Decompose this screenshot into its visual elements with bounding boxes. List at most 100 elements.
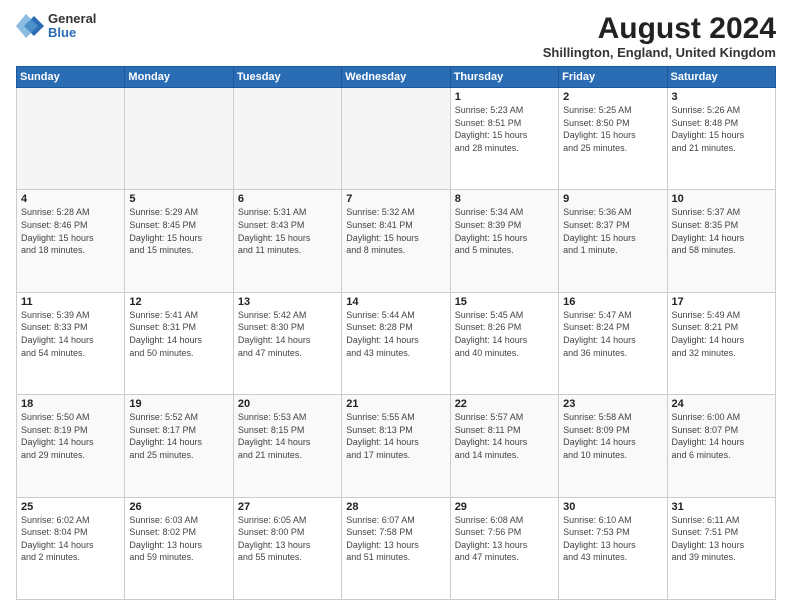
day-number: 23 (563, 398, 662, 410)
header-monday: Monday (125, 67, 233, 88)
calendar-header-row: SundayMondayTuesdayWednesdayThursdayFrid… (17, 67, 776, 88)
logo-blue-text: Blue (48, 26, 96, 40)
calendar-cell: 7Sunrise: 5:32 AMSunset: 8:41 PMDaylight… (342, 190, 450, 292)
day-number: 1 (455, 91, 554, 103)
day-number: 20 (238, 398, 337, 410)
calendar-cell: 26Sunrise: 6:03 AMSunset: 8:02 PMDayligh… (125, 497, 233, 599)
day-number: 13 (238, 296, 337, 308)
day-info: Sunrise: 5:37 AMSunset: 8:35 PMDaylight:… (672, 206, 771, 256)
calendar-cell: 17Sunrise: 5:49 AMSunset: 8:21 PMDayligh… (667, 292, 775, 394)
day-info: Sunrise: 5:41 AMSunset: 8:31 PMDaylight:… (129, 309, 228, 359)
calendar-table: SundayMondayTuesdayWednesdayThursdayFrid… (16, 66, 776, 600)
calendar-cell: 12Sunrise: 5:41 AMSunset: 8:31 PMDayligh… (125, 292, 233, 394)
location: Shillington, England, United Kingdom (543, 45, 776, 60)
calendar-cell: 3Sunrise: 5:26 AMSunset: 8:48 PMDaylight… (667, 88, 775, 190)
calendar-cell: 29Sunrise: 6:08 AMSunset: 7:56 PMDayligh… (450, 497, 558, 599)
day-info: Sunrise: 5:39 AMSunset: 8:33 PMDaylight:… (21, 309, 120, 359)
calendar-cell: 15Sunrise: 5:45 AMSunset: 8:26 PMDayligh… (450, 292, 558, 394)
day-info: Sunrise: 5:58 AMSunset: 8:09 PMDaylight:… (563, 411, 662, 461)
day-info: Sunrise: 6:02 AMSunset: 8:04 PMDaylight:… (21, 514, 120, 564)
calendar-week-row: 25Sunrise: 6:02 AMSunset: 8:04 PMDayligh… (17, 497, 776, 599)
calendar-week-row: 18Sunrise: 5:50 AMSunset: 8:19 PMDayligh… (17, 395, 776, 497)
calendar-cell (125, 88, 233, 190)
day-info: Sunrise: 5:44 AMSunset: 8:28 PMDaylight:… (346, 309, 445, 359)
calendar-cell: 8Sunrise: 5:34 AMSunset: 8:39 PMDaylight… (450, 190, 558, 292)
month-title: August 2024 (543, 12, 776, 45)
day-info: Sunrise: 5:50 AMSunset: 8:19 PMDaylight:… (21, 411, 120, 461)
day-info: Sunrise: 6:07 AMSunset: 7:58 PMDaylight:… (346, 514, 445, 564)
calendar-cell (342, 88, 450, 190)
calendar-cell: 1Sunrise: 5:23 AMSunset: 8:51 PMDaylight… (450, 88, 558, 190)
day-number: 18 (21, 398, 120, 410)
calendar-cell: 28Sunrise: 6:07 AMSunset: 7:58 PMDayligh… (342, 497, 450, 599)
day-info: Sunrise: 6:11 AMSunset: 7:51 PMDaylight:… (672, 514, 771, 564)
header-wednesday: Wednesday (342, 67, 450, 88)
calendar-cell: 27Sunrise: 6:05 AMSunset: 8:00 PMDayligh… (233, 497, 341, 599)
header-sunday: Sunday (17, 67, 125, 88)
header-friday: Friday (559, 67, 667, 88)
calendar-cell: 6Sunrise: 5:31 AMSunset: 8:43 PMDaylight… (233, 190, 341, 292)
day-number: 9 (563, 193, 662, 205)
day-number: 22 (455, 398, 554, 410)
day-number: 7 (346, 193, 445, 205)
day-info: Sunrise: 5:36 AMSunset: 8:37 PMDaylight:… (563, 206, 662, 256)
day-info: Sunrise: 5:53 AMSunset: 8:15 PMDaylight:… (238, 411, 337, 461)
day-info: Sunrise: 5:25 AMSunset: 8:50 PMDaylight:… (563, 104, 662, 154)
day-info: Sunrise: 6:08 AMSunset: 7:56 PMDaylight:… (455, 514, 554, 564)
day-info: Sunrise: 5:29 AMSunset: 8:45 PMDaylight:… (129, 206, 228, 256)
logo: General Blue (16, 12, 96, 41)
calendar-cell: 4Sunrise: 5:28 AMSunset: 8:46 PMDaylight… (17, 190, 125, 292)
day-number: 27 (238, 501, 337, 513)
day-number: 24 (672, 398, 771, 410)
day-info: Sunrise: 6:03 AMSunset: 8:02 PMDaylight:… (129, 514, 228, 564)
day-number: 30 (563, 501, 662, 513)
day-info: Sunrise: 5:42 AMSunset: 8:30 PMDaylight:… (238, 309, 337, 359)
logo-general-text: General (48, 12, 96, 26)
calendar-cell: 18Sunrise: 5:50 AMSunset: 8:19 PMDayligh… (17, 395, 125, 497)
calendar-cell: 30Sunrise: 6:10 AMSunset: 7:53 PMDayligh… (559, 497, 667, 599)
day-info: Sunrise: 6:05 AMSunset: 8:00 PMDaylight:… (238, 514, 337, 564)
day-number: 26 (129, 501, 228, 513)
calendar-cell: 21Sunrise: 5:55 AMSunset: 8:13 PMDayligh… (342, 395, 450, 497)
calendar-week-row: 4Sunrise: 5:28 AMSunset: 8:46 PMDaylight… (17, 190, 776, 292)
day-info: Sunrise: 5:31 AMSunset: 8:43 PMDaylight:… (238, 206, 337, 256)
day-number: 4 (21, 193, 120, 205)
day-info: Sunrise: 5:26 AMSunset: 8:48 PMDaylight:… (672, 104, 771, 154)
logo-icon (16, 12, 44, 40)
calendar-cell: 19Sunrise: 5:52 AMSunset: 8:17 PMDayligh… (125, 395, 233, 497)
day-info: Sunrise: 5:34 AMSunset: 8:39 PMDaylight:… (455, 206, 554, 256)
calendar-week-row: 11Sunrise: 5:39 AMSunset: 8:33 PMDayligh… (17, 292, 776, 394)
calendar-cell (17, 88, 125, 190)
day-number: 3 (672, 91, 771, 103)
page: General Blue August 2024 Shillington, En… (0, 0, 792, 612)
header-tuesday: Tuesday (233, 67, 341, 88)
calendar-cell: 13Sunrise: 5:42 AMSunset: 8:30 PMDayligh… (233, 292, 341, 394)
calendar-cell: 31Sunrise: 6:11 AMSunset: 7:51 PMDayligh… (667, 497, 775, 599)
day-number: 29 (455, 501, 554, 513)
calendar-cell: 20Sunrise: 5:53 AMSunset: 8:15 PMDayligh… (233, 395, 341, 497)
calendar-cell: 16Sunrise: 5:47 AMSunset: 8:24 PMDayligh… (559, 292, 667, 394)
day-number: 14 (346, 296, 445, 308)
day-number: 5 (129, 193, 228, 205)
day-number: 6 (238, 193, 337, 205)
day-info: Sunrise: 6:10 AMSunset: 7:53 PMDaylight:… (563, 514, 662, 564)
day-number: 10 (672, 193, 771, 205)
day-number: 28 (346, 501, 445, 513)
calendar-cell: 5Sunrise: 5:29 AMSunset: 8:45 PMDaylight… (125, 190, 233, 292)
calendar-cell: 25Sunrise: 6:02 AMSunset: 8:04 PMDayligh… (17, 497, 125, 599)
calendar-cell (233, 88, 341, 190)
day-info: Sunrise: 5:32 AMSunset: 8:41 PMDaylight:… (346, 206, 445, 256)
day-info: Sunrise: 5:45 AMSunset: 8:26 PMDaylight:… (455, 309, 554, 359)
day-number: 17 (672, 296, 771, 308)
day-info: Sunrise: 5:52 AMSunset: 8:17 PMDaylight:… (129, 411, 228, 461)
day-info: Sunrise: 5:23 AMSunset: 8:51 PMDaylight:… (455, 104, 554, 154)
day-info: Sunrise: 5:49 AMSunset: 8:21 PMDaylight:… (672, 309, 771, 359)
day-info: Sunrise: 5:28 AMSunset: 8:46 PMDaylight:… (21, 206, 120, 256)
day-info: Sunrise: 6:00 AMSunset: 8:07 PMDaylight:… (672, 411, 771, 461)
day-number: 2 (563, 91, 662, 103)
title-area: August 2024 Shillington, England, United… (543, 12, 776, 60)
day-number: 15 (455, 296, 554, 308)
calendar-cell: 10Sunrise: 5:37 AMSunset: 8:35 PMDayligh… (667, 190, 775, 292)
logo-text: General Blue (48, 12, 96, 41)
calendar-cell: 22Sunrise: 5:57 AMSunset: 8:11 PMDayligh… (450, 395, 558, 497)
